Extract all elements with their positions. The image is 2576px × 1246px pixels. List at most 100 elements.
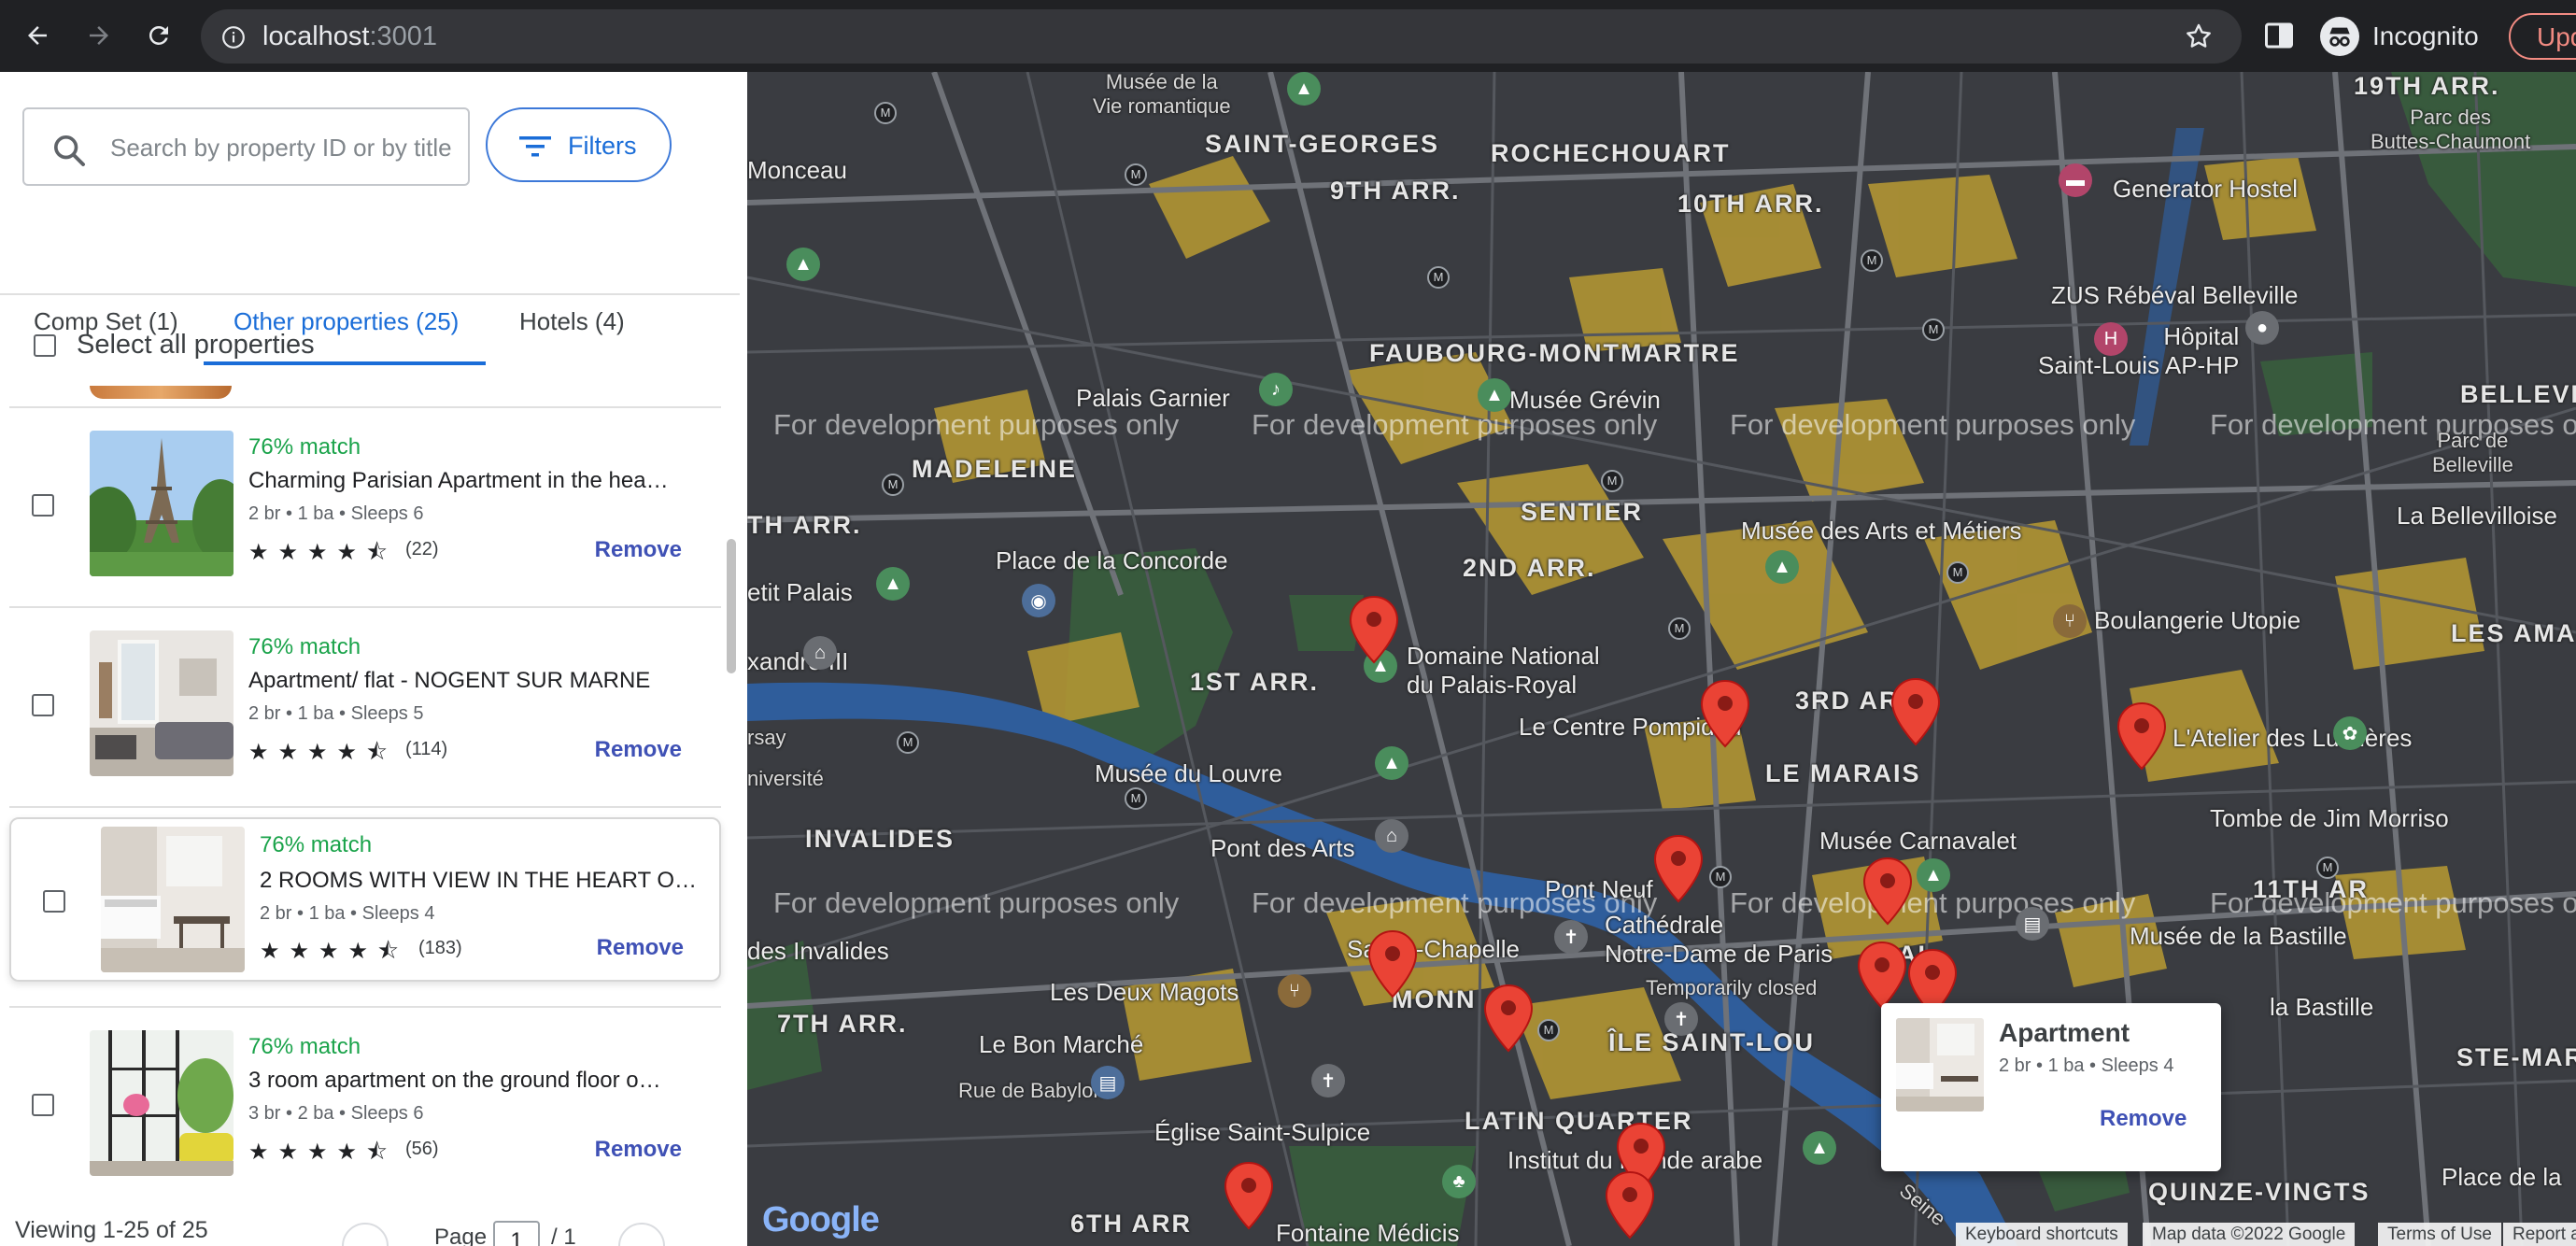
- page-label: Page: [434, 1225, 488, 1246]
- property-map-pin[interactable]: [2116, 701, 2167, 771]
- list-item[interactable]: 76% match Charming Parisian Apartment in…: [9, 408, 721, 604]
- property-map-pin[interactable]: [1483, 984, 1534, 1053]
- tab-hotels[interactable]: Hotels (4): [519, 307, 625, 336]
- museum-icon[interactable]: ▲: [1375, 746, 1408, 780]
- next-page-button[interactable]: [618, 1223, 665, 1246]
- property-meta: 2 br • 1 ba • Sleeps 4: [260, 903, 435, 924]
- museum-icon[interactable]: ▲: [876, 567, 910, 601]
- museum-icon[interactable]: ▲: [1478, 378, 1511, 412]
- property-checkbox[interactable]: [43, 890, 65, 913]
- landmark-icon[interactable]: ⌂: [803, 636, 837, 670]
- rating-stars: ★★★★⯪: [248, 1140, 397, 1165]
- eiffel-tower-photo: [90, 431, 234, 576]
- remove-button[interactable]: Remove: [595, 1137, 682, 1163]
- map-label: Musée Grévin: [1509, 386, 1661, 414]
- list-scrollbar[interactable]: [727, 539, 736, 673]
- property-title[interactable]: Charming Parisian Apartment in the hea…: [248, 468, 697, 494]
- pagination: Viewing 1-25 of 25 Page 1 / 1: [0, 1213, 738, 1246]
- page-number-input[interactable]: 1: [493, 1221, 540, 1246]
- site-info-icon[interactable]: [221, 25, 246, 54]
- prev-page-button[interactable]: [342, 1223, 389, 1246]
- incognito-profile[interactable]: Incognito: [2320, 17, 2479, 56]
- map-label: 6TH ARR: [1070, 1210, 1193, 1238]
- museum-icon[interactable]: ▲: [1803, 1131, 1836, 1165]
- filters-button[interactable]: Filters: [486, 107, 672, 182]
- previous-item-thumbnail: [90, 386, 232, 399]
- sunroom-photo: [90, 1030, 234, 1176]
- map-view[interactable]: For development purposes only For develo…: [747, 72, 2576, 1246]
- theater-icon[interactable]: ♪: [1259, 373, 1293, 406]
- property-map-pin[interactable]: [1653, 834, 1704, 903]
- place-icon[interactable]: ●: [2245, 311, 2279, 345]
- property-map-pin[interactable]: [1605, 1170, 1655, 1239]
- landmark-icon[interactable]: ⌂: [1375, 819, 1408, 853]
- hospital-icon[interactable]: H: [2094, 322, 2128, 356]
- church-icon[interactable]: ✝: [1664, 1002, 1698, 1036]
- hotel-icon[interactable]: ▬: [2059, 163, 2092, 197]
- museum-icon[interactable]: ▲: [1917, 858, 1950, 892]
- property-info-popup[interactable]: Apartment 2 br • 1 ba • Sleeps 4 Remove: [1881, 1003, 2221, 1171]
- reload-icon[interactable]: [136, 13, 181, 58]
- list-item-highlighted[interactable]: 76% match 2 ROOMS WITH VIEW IN THE HEART…: [9, 817, 721, 982]
- property-map-pin[interactable]: [1857, 941, 1907, 1010]
- property-map-pin[interactable]: [1700, 679, 1750, 748]
- map-label: Place de la Concorde: [996, 546, 1228, 574]
- google-logo[interactable]: Google: [762, 1200, 880, 1240]
- dev-watermark: For development purposes only: [773, 408, 1180, 441]
- museum-icon[interactable]: ▲: [786, 248, 820, 281]
- report-link[interactable]: Report a: [2503, 1223, 2576, 1246]
- property-checkbox[interactable]: [32, 1094, 54, 1116]
- property-list-panel: Search by property ID or by title Filter…: [0, 72, 747, 1246]
- address-bar[interactable]: localhost:3001: [201, 9, 2242, 64]
- property-map-pin[interactable]: [1890, 677, 1941, 746]
- property-checkbox[interactable]: [32, 694, 54, 716]
- property-map-pin[interactable]: [1367, 929, 1418, 998]
- select-all-label: Select all properties: [77, 330, 315, 360]
- property-map-pin[interactable]: [1349, 595, 1399, 664]
- side-panel-icon[interactable]: [2262, 19, 2296, 57]
- forward-icon[interactable]: [77, 13, 121, 58]
- property-checkbox[interactable]: [32, 494, 54, 517]
- church-icon[interactable]: ✝: [1311, 1064, 1345, 1097]
- museum-icon[interactable]: ▲: [1287, 72, 1321, 106]
- metro-icon: M: [1709, 866, 1732, 888]
- popup-remove-button[interactable]: Remove: [2100, 1106, 2187, 1132]
- filters-label: Filters: [568, 132, 637, 160]
- property-title[interactable]: Apartment/ flat - NOGENT SUR MARNE: [248, 668, 697, 694]
- map-label: La Bellevilloise: [2397, 502, 2557, 530]
- shopping-icon[interactable]: ▤: [1091, 1066, 1125, 1099]
- active-tab-indicator: [204, 361, 486, 365]
- park-icon[interactable]: ♣: [1442, 1165, 1476, 1198]
- property-map-pin[interactable]: [1224, 1161, 1274, 1230]
- search-input[interactable]: Search by property ID or by title: [22, 107, 470, 186]
- property-map-pin[interactable]: [1862, 857, 1913, 926]
- remove-button[interactable]: Remove: [595, 737, 682, 763]
- incognito-icon: [2320, 17, 2359, 56]
- map-label: Musée Carnavalet: [1819, 827, 2017, 855]
- bookmark-star-icon[interactable]: [2184, 21, 2214, 56]
- restaurant-icon[interactable]: ⑂: [1278, 974, 1311, 1008]
- back-icon[interactable]: [15, 13, 60, 58]
- update-button[interactable]: Upd: [2509, 13, 2576, 60]
- property-title[interactable]: 2 ROOMS WITH VIEW IN THE HEART OF…: [260, 868, 708, 894]
- remove-button[interactable]: Remove: [597, 935, 684, 961]
- keyboard-shortcuts-link[interactable]: Keyboard shortcuts: [1956, 1223, 2128, 1246]
- map-label: ZUS Rébéval Belleville: [2051, 281, 2299, 309]
- church-icon[interactable]: ✝: [1554, 920, 1588, 954]
- restaurant-icon[interactable]: ⑂: [2053, 604, 2087, 638]
- property-title[interactable]: 3 room apartment on the ground floor o…: [248, 1068, 697, 1094]
- list-item[interactable]: 76% match 3 room apartment on the ground…: [9, 1008, 721, 1189]
- art-gallery-icon[interactable]: ✿: [2333, 716, 2367, 750]
- terms-of-use-link[interactable]: Terms of Use: [2378, 1223, 2501, 1246]
- select-all-checkbox[interactable]: [34, 334, 56, 357]
- map-label: 2ND ARR.: [1463, 554, 1596, 582]
- map-label: L'Atelier des Lumières: [2173, 724, 2413, 752]
- list-item[interactable]: 76% match Apartment/ flat - NOGENT SUR M…: [9, 608, 721, 804]
- museum-icon[interactable]: ▲: [1765, 550, 1799, 584]
- remove-button[interactable]: Remove: [595, 537, 682, 563]
- property-meta: 2 br • 1 ba • Sleeps 6: [248, 503, 424, 524]
- match-score: 76% match: [248, 434, 361, 460]
- shopping-icon[interactable]: ▤: [2016, 907, 2049, 941]
- camera-icon[interactable]: ◉: [1022, 584, 1055, 617]
- map-label: Fontaine Médicis: [1276, 1219, 1460, 1246]
